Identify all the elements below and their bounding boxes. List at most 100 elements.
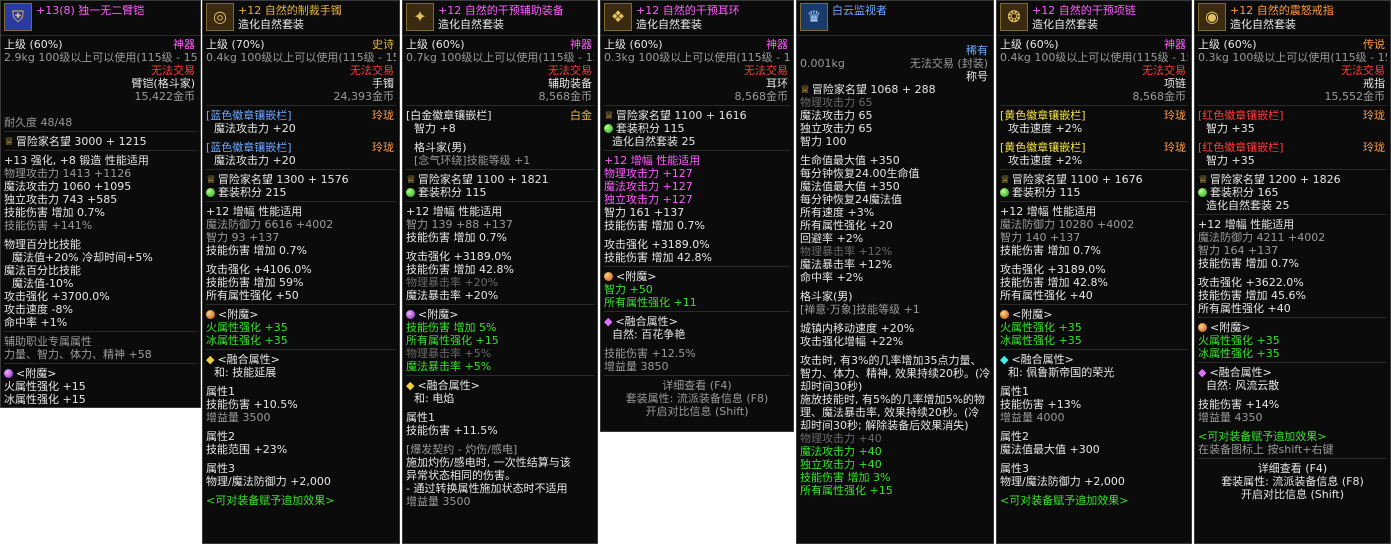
divider: [1000, 304, 1188, 305]
divider: [206, 304, 396, 305]
stat-text: 和: 佩鲁斯帝国的荣光: [1008, 366, 1115, 379]
stat-text: 魔法攻击力 +40: [800, 445, 882, 458]
stat-line: 智力 +50: [604, 283, 790, 296]
stat-line: 增益量 3500: [406, 495, 594, 508]
stat-line: 技能伤害 +14%: [1198, 398, 1387, 411]
stat-text: 所有属性强化 +15: [800, 484, 893, 497]
enchant-orb-icon: [1198, 323, 1207, 332]
stat-line: 攻击速度 -8%: [4, 303, 197, 316]
footer-hint: 开启对比信息 (Shift): [1240, 488, 1345, 501]
stat-value-right: 玲珑: [1363, 109, 1385, 122]
stat-text: 每分钟恢复24魔法值: [800, 193, 902, 206]
stat-text: <融合属性>: [1011, 353, 1074, 366]
stat-line: 冰属性强化 +35: [1000, 334, 1188, 347]
tooltip-body: 上级 (60%) 传说 0.3kg 100级以上可以使用(115级 - 15) 无法交…: [1195, 36, 1390, 501]
stat-line: 上级 (70%) 史诗: [206, 38, 396, 51]
stat-line: 技能伤害 增加 0.7%: [1198, 257, 1387, 270]
stat-text: 智力 93 +137: [206, 231, 280, 244]
stat-text: 智力 +50: [604, 283, 653, 296]
stat-line: 辅助职业专属属性: [4, 335, 197, 348]
stat-line: 上级 (60%) 神器: [4, 38, 197, 51]
stat-line: <附魔>: [1198, 321, 1387, 334]
stat-line: +12 增幅 性能适用: [206, 205, 396, 218]
stat-line: 施加灼伤/感电时, 一次性结算与该: [406, 456, 594, 469]
footer-hint: 详细查看 (F4): [662, 379, 732, 392]
stat-text: 智力 +35: [1206, 154, 1255, 167]
stat-line: 技能伤害 +13%: [1000, 398, 1188, 411]
stat-text: 施放技能时, 有5%的几率增加5%的物: [800, 393, 985, 406]
item-tooltip: ❂ +12 自然的干预项链 造化自然套装 上级 (60%) 神器 0.4kg 100级以上…: [996, 0, 1192, 544]
stat-text: 冒险家名望 1300 + 1576: [217, 173, 349, 186]
stat-line: 所有属性强化 +40: [1198, 302, 1387, 315]
item-name: +12 自然的干预辅助装备: [438, 4, 564, 17]
enchant-orb-icon: [206, 310, 215, 319]
crest-icon: ♕: [4, 135, 14, 148]
set-point-icon: [406, 188, 415, 197]
set-point-icon: [1198, 188, 1207, 197]
stat-line: 攻击时, 有3%的几率增加35点力量、: [800, 354, 990, 367]
stat-text: 独立攻击力 743 +585: [4, 193, 118, 206]
stat-text: 冒险家名望 3000 + 1215: [15, 135, 147, 148]
stat-line: ♕ 冒险家名望 1100 + 1616: [604, 109, 790, 122]
stat-line: 独立攻击力 +127: [604, 193, 790, 206]
stat-line: 智力 140 +137: [1000, 231, 1188, 244]
tooltip-header: ✦ +12 自然的干预辅助装备 造化自然套装: [403, 1, 597, 36]
crest-icon: ♕: [206, 173, 216, 186]
stat-line: 回避率 +2%: [800, 232, 990, 245]
item-name: +12 自然的震怒戒指: [1230, 4, 1334, 17]
stat-text: 增益量 3850: [604, 360, 669, 373]
stat-value-right: 无法交易: [548, 64, 592, 77]
stat-text: [白金徽章镶嵌栏]: [406, 109, 492, 122]
stat-text: 技能伤害 增加 59%: [206, 276, 304, 289]
stat-line: 上级 (60%) 神器: [1000, 38, 1188, 51]
stat-value-right: 无法交易: [151, 64, 195, 77]
crest-icon: ♕: [1000, 173, 1010, 186]
stat-line: 技能伤害 增加 0.7%: [604, 219, 790, 232]
stat-text: 物理百分比技能: [4, 238, 81, 251]
stat-line: 属性1: [1000, 385, 1188, 398]
stat-value-right: 称号: [966, 70, 988, 83]
stat-line: <可对装备赋予追加效果>: [1198, 430, 1387, 443]
stat-line: <附魔>: [206, 308, 396, 321]
stat-text: 增益量 4350: [1198, 411, 1263, 424]
item-tooltip: ✦ +12 自然的干预辅助装备 造化自然套装 上级 (60%) 神器 0.7kg 100级…: [402, 0, 598, 544]
stat-text: 技能伤害 增加 0.7%: [406, 231, 507, 244]
item-set-name: 造化自然套装: [1230, 18, 1296, 31]
stat-text: 攻击强化 +3700.0%: [4, 290, 110, 303]
stat-text: 物理攻击力 1413 +1126: [4, 167, 132, 180]
stat-line: 和: 佩鲁斯帝国的荣光: [1000, 366, 1188, 379]
stat-text: 技能伤害 增加 42.8%: [1000, 276, 1108, 289]
stat-line: 智力 164 +137: [1198, 244, 1387, 257]
support-icon: ✦: [406, 3, 434, 31]
stat-line: 命中率 +2%: [800, 271, 990, 284]
stat-text: 属性1: [1000, 385, 1029, 398]
item-tooltip: ◉ +12 自然的震怒戒指 造化自然套装 上级 (60%) 传说 0.3kg 100级以上…: [1194, 0, 1391, 544]
stat-text: 自然: 百花争艳: [612, 328, 686, 341]
stat-text: 0.3kg 100级以上可以使用(115级 - 15): [1198, 51, 1387, 64]
divider: [4, 131, 197, 132]
stat-text: 在装备图标上 按shift+右键: [1198, 443, 1334, 456]
stat-line: 0.001kg 无法交易 (封装): [800, 57, 990, 70]
stat-line: +12 增幅 性能适用: [406, 205, 594, 218]
enchant-orb-icon: [604, 272, 613, 281]
stat-text: 物理攻击力 65: [800, 96, 873, 109]
set-point-icon: [1000, 188, 1009, 197]
stat-text: 0.001kg: [800, 57, 845, 70]
stat-text: 火属性强化 +35: [1198, 334, 1280, 347]
stat-value-right: 无法交易: [1341, 64, 1385, 77]
stat-line: 技能伤害 增加 5%: [406, 321, 594, 334]
stat-line: 所有属性强化 +15: [406, 334, 594, 347]
item-set-name: 造化自然套装: [238, 18, 304, 31]
divider: [604, 375, 790, 376]
enchant-orb-icon: [406, 310, 415, 319]
tooltip-body: 上级 (60%) 神器 0.7kg 100级以上可以使用(115级 - 15) 无法交…: [403, 36, 597, 508]
stat-line: +12 增幅 性能适用: [1198, 218, 1387, 231]
stat-text: +12 增幅 性能适用: [604, 154, 701, 167]
stat-text: 耐久度 48/48: [4, 116, 73, 129]
stat-line: 增益量 3850: [604, 360, 790, 373]
stat-text: [红色徽章镶嵌栏]: [1198, 109, 1284, 122]
stat-line: 智力 139 +88 +137: [406, 218, 594, 231]
stat-text: 物理攻击力 +40: [800, 432, 882, 445]
stat-line: 戒指: [1198, 77, 1387, 90]
stat-line: 物理暴击率 +20%: [406, 276, 594, 289]
